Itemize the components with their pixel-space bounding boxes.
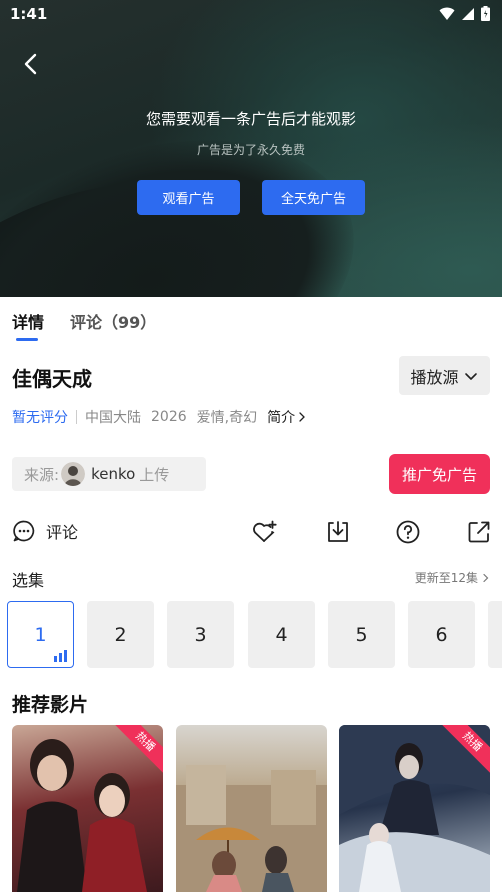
now-playing-icon	[54, 650, 67, 662]
episode-item[interactable]: 2	[87, 601, 154, 668]
tab-active-indicator	[16, 338, 38, 341]
tab-comments[interactable]: 评论（99）	[70, 309, 156, 333]
download-icon[interactable]	[325, 519, 351, 545]
episodes-update-text: 更新至12集	[414, 571, 478, 585]
episodes-label: 选集	[12, 571, 45, 590]
status-time: 1:41	[10, 5, 48, 23]
play-source-button[interactable]: 播放源	[399, 356, 490, 395]
episode-item[interactable]	[488, 601, 502, 668]
status-bar: 1:41	[0, 0, 502, 28]
episodes-update-link[interactable]: 更新至12集	[415, 569, 490, 586]
action-row: 评论	[0, 515, 502, 549]
chevron-down-icon	[464, 372, 477, 380]
tab-detail[interactable]: 详情	[12, 309, 44, 333]
episode-list: 1 2 3 4 5 6	[7, 601, 502, 668]
poster-image	[176, 765, 327, 892]
episode-number: 6	[435, 623, 448, 646]
promote-ad-free-button[interactable]: 推广免广告	[389, 454, 490, 494]
meta-divider	[76, 410, 77, 424]
episode-number: 3	[194, 623, 207, 646]
share-icon[interactable]	[466, 519, 492, 545]
episode-item[interactable]: 1	[7, 601, 74, 668]
detail-tabs: 详情 评论（99）	[0, 297, 502, 345]
recommendation-poster[interactable]	[176, 725, 327, 892]
chevron-right-icon	[483, 573, 489, 582]
episode-number: 2	[114, 623, 127, 646]
recommendation-poster[interactable]: 热播	[12, 725, 163, 892]
back-icon[interactable]	[18, 50, 46, 78]
episode-item[interactable]: 4	[248, 601, 315, 668]
help-icon[interactable]	[395, 519, 421, 545]
comment-label: 评论	[46, 523, 79, 542]
episode-item[interactable]: 3	[167, 601, 234, 668]
recommendations-title: 推荐影片	[12, 694, 89, 716]
show-meta: 暂无评分 中国大陆 2026 爱情,奇幻 简介	[12, 407, 307, 427]
watch-ad-button[interactable]: 观看广告	[137, 180, 240, 215]
uploader-tag[interactable]: 来源: kenko 上传	[12, 457, 206, 491]
chevron-right-icon	[299, 412, 306, 422]
uploader-name: kenko	[91, 465, 136, 483]
favorite-add-icon[interactable]	[251, 519, 277, 545]
avatar	[61, 462, 86, 486]
play-source-label: 播放源	[410, 367, 459, 387]
uploader-suffix: 上传	[139, 465, 170, 484]
genres: 爱情,奇幻	[196, 410, 258, 426]
episode-item[interactable]: 6	[408, 601, 475, 668]
ad-prompt-subtitle: 广告是为了永久免费	[196, 143, 305, 157]
episode-item[interactable]: 5	[328, 601, 395, 668]
uploader-prefix: 来源:	[24, 465, 60, 484]
year: 2026	[151, 409, 187, 425]
video-player-area: 1:41 您需要观看一条广告后才能观影 广告是为了永久免费 观看广告 全天免广告	[0, 0, 502, 297]
intro-label: 简介	[267, 410, 296, 426]
comment-icon	[13, 520, 35, 542]
signal-icon	[462, 7, 474, 20]
intro-link[interactable]: 简介	[267, 407, 307, 427]
recommendation-poster[interactable]: 热播	[339, 725, 490, 892]
battery-icon	[481, 6, 490, 21]
show-title: 佳偶天成	[12, 367, 92, 391]
wifi-icon	[439, 7, 455, 20]
ad-prompt-title: 您需要观看一条广告后才能观影	[145, 110, 356, 128]
all-day-ad-free-button[interactable]: 全天免广告	[262, 180, 365, 215]
region: 中国大陆	[85, 410, 141, 426]
episode-number: 5	[355, 623, 368, 646]
comment-button[interactable]: 评论	[12, 519, 78, 543]
status-icons	[439, 6, 490, 21]
episode-number: 4	[275, 623, 288, 646]
rating: 暂无评分	[12, 410, 68, 426]
episode-number: 1	[34, 623, 47, 646]
